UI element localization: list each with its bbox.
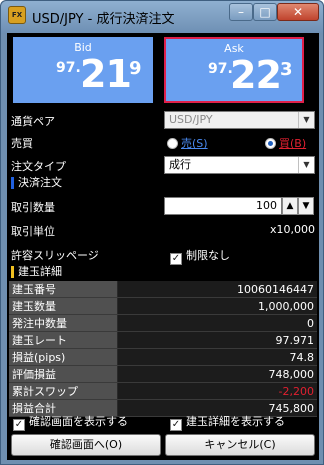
slippage-label: 許容スリッページ bbox=[11, 249, 99, 262]
order-window: FX USD/JPY - 成行決済注文 – □ ✕ Bid 97. 21 9 A… bbox=[0, 0, 324, 465]
order-type-select[interactable]: 成行 ▼ bbox=[164, 156, 315, 174]
bid-rate-big: 21 bbox=[80, 52, 132, 96]
ask-rate-big: 22 bbox=[230, 53, 282, 97]
confirm-screen-button[interactable]: 確認画面へ(O) bbox=[11, 434, 161, 456]
fx-app-icon: FX bbox=[8, 6, 26, 24]
detail-row-label: 建玉番号 bbox=[9, 281, 118, 298]
close-button[interactable]: ✕ bbox=[277, 3, 319, 21]
detail-row-label: 建玉数量 bbox=[9, 297, 118, 315]
sell-radio-dot bbox=[167, 138, 178, 149]
order-panel: Bid 97. 21 9 Ask 97. 22 3 通貨ペア USD/JPY ▼… bbox=[7, 33, 319, 460]
pair-value: USD/JPY bbox=[169, 113, 213, 126]
show-confirm-checkbox[interactable]: ✓ 確認画面を表示する bbox=[13, 413, 128, 431]
detail-row-value: 74.8 bbox=[117, 348, 317, 366]
pair-select: USD/JPY ▼ bbox=[164, 111, 315, 129]
chevron-down-icon: ▼ bbox=[298, 112, 314, 128]
bid-rate-box[interactable]: Bid 97. 21 9 bbox=[13, 37, 153, 103]
title-bar[interactable]: FX USD/JPY - 成行決済注文 – □ ✕ bbox=[1, 1, 323, 33]
bid-rate-pip: 9 bbox=[129, 58, 142, 79]
maximize-button[interactable]: □ bbox=[253, 3, 277, 21]
position-detail-header: 建玉詳細 bbox=[9, 265, 62, 279]
ask-rate-pip: 3 bbox=[280, 59, 293, 80]
slippage-unlimited-label: 制限なし bbox=[186, 249, 230, 262]
side-radio-group: 売(S) 買(B) bbox=[167, 135, 317, 151]
detail-row-label: 評価損益 bbox=[9, 365, 118, 383]
detail-row-value: 1,000,000 bbox=[117, 297, 317, 315]
pair-label: 通貨ペア bbox=[11, 115, 55, 128]
detail-row-label: 損益(pips) bbox=[9, 348, 118, 366]
ask-rate-box[interactable]: Ask 97. 22 3 bbox=[164, 37, 304, 103]
quantity-input[interactable]: 100 bbox=[164, 197, 282, 215]
table-row: 累計スワップ -2,200 bbox=[9, 382, 317, 400]
detail-row-label: 発注中数量 bbox=[9, 314, 118, 332]
table-row: 損益(pips) 74.8 bbox=[9, 348, 317, 366]
detail-row-value: -2,200 bbox=[117, 382, 317, 400]
table-row: 建玉番号 10060146447 bbox=[9, 281, 317, 298]
detail-row-value: 97.971 bbox=[117, 331, 317, 349]
table-row: 建玉レート 97.971 bbox=[9, 331, 317, 349]
minimize-button[interactable]: – bbox=[229, 3, 253, 21]
check-icon: ✓ bbox=[170, 253, 182, 265]
check-icon: ✓ bbox=[170, 419, 182, 431]
settle-section-header: 決済注文 bbox=[9, 176, 62, 190]
detail-row-value: 0 bbox=[117, 314, 317, 332]
table-row: 評価損益 748,000 bbox=[9, 365, 317, 383]
detail-row-value: 748,000 bbox=[117, 365, 317, 383]
buy-radio-dot bbox=[265, 138, 276, 149]
unit-label: 取引単位 bbox=[11, 225, 55, 238]
show-detail-label: 建玉詳細を表示する bbox=[186, 415, 285, 428]
detail-row-label: 累計スワップ bbox=[9, 382, 118, 400]
detail-row-label: 建玉レート bbox=[9, 331, 118, 349]
quantity-up-button[interactable]: ▲ bbox=[282, 197, 298, 215]
position-detail-table: 建玉番号 10060146447 建玉数量 1,000,000 発注中数量 0 建玉レート 9… bbox=[9, 281, 317, 417]
show-detail-checkbox[interactable]: ✓ 建玉詳細を表示する bbox=[170, 413, 285, 431]
window-title: USD/JPY - 成行決済注文 bbox=[32, 12, 175, 27]
table-row: 建玉数量 1,000,000 bbox=[9, 297, 317, 315]
show-confirm-label: 確認画面を表示する bbox=[29, 415, 128, 428]
side-label: 売買 bbox=[11, 137, 33, 150]
unit-value: x10,000 bbox=[270, 223, 315, 236]
buy-radio[interactable]: 買(B) bbox=[265, 135, 306, 151]
table-row: 発注中数量 0 bbox=[9, 314, 317, 332]
order-type-value: 成行 bbox=[169, 158, 191, 171]
chevron-down-icon: ▼ bbox=[298, 157, 314, 173]
quantity-down-button[interactable]: ▼ bbox=[298, 197, 314, 215]
buy-radio-label: 買(B) bbox=[279, 137, 307, 150]
slippage-unlimited-checkbox[interactable]: ✓ 制限なし bbox=[170, 247, 230, 265]
sell-radio[interactable]: 売(S) bbox=[167, 135, 208, 151]
check-icon: ✓ bbox=[13, 419, 25, 431]
bid-rate-prefix: 97. bbox=[56, 60, 81, 76]
cancel-button[interactable]: キャンセル(C) bbox=[165, 434, 315, 456]
order-type-label: 注文タイプ bbox=[11, 160, 66, 173]
sell-radio-label: 売(S) bbox=[181, 137, 208, 150]
detail-row-value: 10060146447 bbox=[117, 281, 317, 298]
quantity-label: 取引数量 bbox=[11, 201, 55, 214]
